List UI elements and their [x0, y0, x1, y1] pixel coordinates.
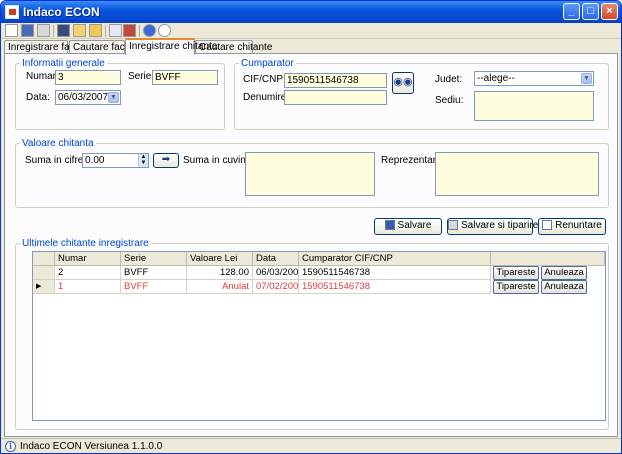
help-icon[interactable] [143, 24, 156, 37]
status-bar: i Indaco ECON Versiunea 1.1.0.0 [1, 438, 621, 453]
open-icon[interactable] [73, 24, 86, 37]
status-text: Indaco ECON Versiunea 1.1.0.0 [20, 441, 163, 452]
tab-cautare-facturi[interactable]: Cautare facturi [69, 40, 139, 54]
table-cell-serie: BVFF [121, 280, 187, 294]
suma-cifre-label: Suma in cifre: [25, 155, 87, 166]
table-cell-valoare: Anulat [187, 280, 253, 294]
column-header[interactable]: Valoare Lei [187, 252, 253, 266]
info-icon: i [5, 441, 16, 452]
data-label: Data: [26, 92, 50, 103]
column-header-actions [491, 252, 605, 266]
valoare-chitanta-legend: Valoare chitanta [22, 138, 94, 149]
tab-inregistrare-chitanta[interactable]: Inregistrare chitanta [125, 38, 217, 55]
row-header[interactable] [33, 266, 55, 280]
table-cell-data: 06/03/2007 [253, 266, 299, 280]
convert-to-words-button[interactable]: ➡ [153, 153, 179, 168]
table-cell-cif: 1590511546738 [299, 266, 491, 280]
row-header-corner [33, 252, 55, 266]
serie-field[interactable]: BVFF [152, 70, 218, 85]
table-cell-numar: 1 [55, 280, 121, 294]
column-header[interactable]: Cumparator CIF/CNP [299, 252, 491, 266]
app-icon [5, 5, 19, 19]
minimize-button[interactable]: _ [563, 3, 580, 20]
tipareste-button[interactable]: Tipareste [493, 266, 539, 280]
spin-arrows-icon[interactable]: ▲ ▼ [138, 154, 148, 167]
column-header[interactable]: Numar [55, 252, 121, 266]
judet-selected-value: --alege-- [477, 73, 515, 84]
info-icon[interactable] [158, 24, 171, 37]
toolbar-separator [53, 25, 54, 37]
judet-select[interactable]: --alege-- ▼ [474, 71, 594, 86]
current-row-arrow-icon: ▶ [36, 283, 42, 290]
save-icon [384, 220, 395, 230]
anuleaza-button[interactable]: Anuleaza [541, 280, 587, 294]
toolbar [1, 23, 621, 39]
salvare-button-label: Salvare [397, 220, 432, 231]
renuntare-button-label: Renuntare [555, 220, 602, 231]
anuleaza-button[interactable]: Anuleaza [541, 266, 587, 280]
arrow-right-icon: ➡ [161, 154, 171, 165]
find-icon[interactable] [57, 24, 70, 37]
save-icon[interactable] [21, 24, 34, 37]
table-cell-serie: BVFF [121, 266, 187, 280]
general-info-legend: Informatii generale [22, 58, 105, 69]
serie-label: Serie: [128, 71, 155, 82]
users-icon[interactable] [123, 24, 136, 37]
cancel-document-icon [542, 220, 553, 230]
numar-field[interactable]: 3 [55, 70, 121, 85]
chevron-down-icon[interactable]: ▼ [108, 92, 119, 103]
title-bar[interactable]: Indaco ECON _ □ × [1, 1, 621, 23]
denumire-label: Denumire: [243, 92, 290, 103]
app-window: Indaco ECON _ □ × Inregistrare factura C… [0, 0, 622, 454]
table-cell-numar: 2 [55, 266, 121, 280]
window-title: Indaco ECON [23, 5, 100, 19]
chevron-down-icon[interactable]: ▼ [581, 73, 592, 84]
numar-label: Numar: [26, 71, 59, 82]
cif-label: CIF/CNP: [243, 74, 286, 85]
data-date-value: 06/03/2007 [58, 92, 109, 103]
salvare-tiparire-button[interactable]: Salvare si tiparire [447, 218, 538, 235]
renuntare-button[interactable]: Renuntare [538, 218, 606, 235]
search-cumparator-button[interactable]: ◉◉ [392, 72, 414, 94]
salvare-button[interactable]: Salvare [374, 218, 442, 235]
table-cell-valoare: 128.00 [187, 266, 253, 280]
denumire-field[interactable] [284, 90, 387, 105]
folder-icon[interactable] [89, 24, 102, 37]
print-icon [448, 220, 458, 230]
toolbar-separator [105, 25, 106, 37]
tab-inregistrare-factura[interactable]: Inregistrare factura [4, 40, 92, 54]
sediu-label: Sediu: [435, 95, 464, 106]
data-date-picker[interactable]: 06/03/2007 ▼ [55, 90, 121, 105]
chitante-grid[interactable]: Numar Serie Valoare Lei Data Cumparator … [32, 251, 606, 421]
salvare-tiparire-button-label: Salvare si tiparire [461, 220, 539, 231]
row-header-current[interactable]: ▶ [33, 280, 55, 294]
suma-cuvinte-field[interactable] [245, 152, 375, 196]
binoculars-icon: ◉◉ [393, 76, 413, 88]
print-icon[interactable] [37, 24, 50, 37]
judet-label: Judet: [435, 74, 463, 85]
table-cell-cif: 1590511546738 [299, 280, 491, 294]
sediu-field[interactable] [474, 91, 594, 121]
tipareste-button[interactable]: Tipareste [493, 280, 539, 294]
toolbar-separator [139, 25, 140, 37]
suma-cifre-stepper[interactable]: 0.00 ▲ ▼ [82, 153, 149, 168]
close-button[interactable]: × [601, 3, 618, 20]
ultimele-chitante-legend: Ultimele chitante inregistrare [22, 238, 149, 249]
suma-cifre-value: 0.00 [85, 155, 105, 166]
column-header[interactable]: Data [253, 252, 299, 266]
cumparator-legend: Cumparator [241, 58, 294, 69]
column-header[interactable]: Serie [121, 252, 187, 266]
maximize-button[interactable]: □ [582, 3, 599, 20]
new-icon[interactable] [5, 24, 18, 37]
reprezentand-field[interactable] [435, 152, 599, 196]
copy-icon[interactable] [109, 24, 122, 37]
table-cell-data: 07/02/2007 [253, 280, 299, 294]
cif-field[interactable]: 1590511546738 [284, 73, 387, 88]
